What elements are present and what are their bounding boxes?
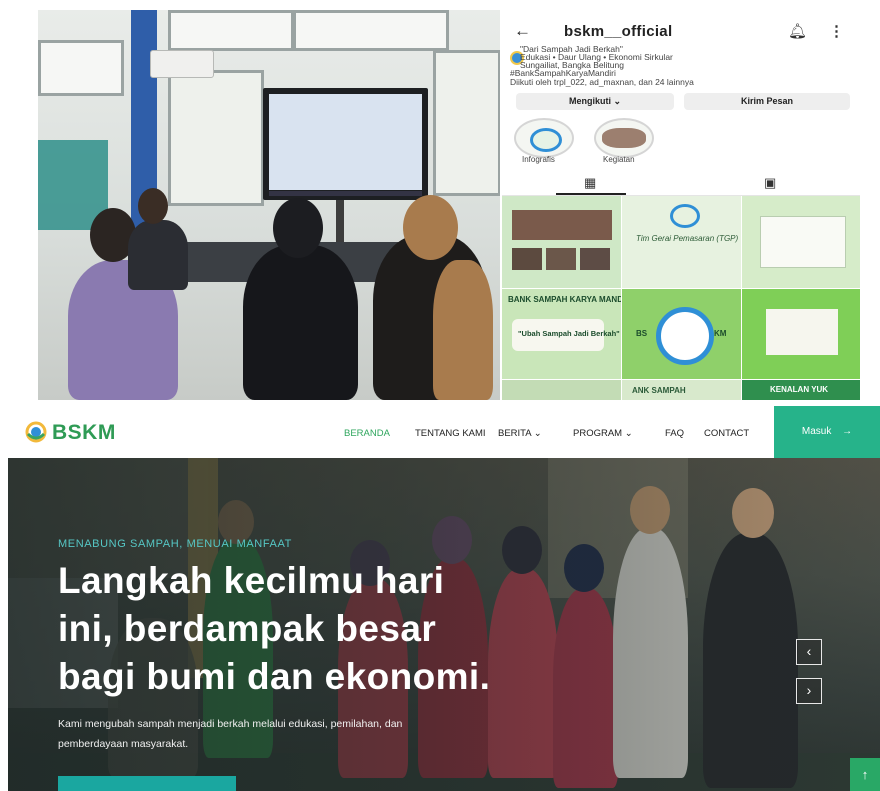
nav-program[interactable]: PROGRAM ⌄ — [573, 428, 633, 439]
chevron-left-icon: ‹ — [806, 643, 812, 659]
arrow-up-icon: ↑ — [861, 767, 869, 782]
nav-contact[interactable]: CONTACT — [704, 428, 749, 439]
login-button[interactable]: Masuk → — [774, 406, 880, 458]
post-tile[interactable]: KENALAN YUK — [742, 380, 860, 400]
back-to-top-button[interactable]: ↑ — [850, 758, 880, 791]
grid-icon[interactable]: ▦ — [584, 175, 596, 191]
following-label: Mengikuti — [568, 96, 611, 106]
post-tile[interactable] — [742, 289, 860, 379]
hero-banner: MENABUNG SAMPAH, MENUAI MANFAAT Langkah … — [8, 458, 880, 791]
chevron-right-icon: › — [806, 682, 812, 698]
tile-caption: "Ubah Sampah Jadi Berkah" — [518, 329, 620, 338]
website-screenshot: BSKM BERANDA TENTANG KAMI BERITA ⌄ PROGR… — [8, 406, 880, 791]
navbar: BSKM BERANDA TENTANG KAMI BERITA ⌄ PROGR… — [8, 406, 880, 458]
hero-title-line: bagi bumi dan ekonomi. — [58, 656, 491, 697]
tile-caption: Tim Gerai Pemasaran (TGP) — [636, 234, 739, 243]
nav-label: BERITA — [498, 428, 532, 439]
hero-title-line: ini, berdampak besar — [58, 608, 437, 649]
tile-caption: BANK SAMPAH KARYA MANDIRI — [508, 295, 621, 304]
send-message-button[interactable]: Kirim Pesan — [684, 93, 850, 110]
tile-caption: KM — [714, 329, 727, 338]
nav-label: PROGRAM — [573, 428, 623, 439]
arrow-right-icon: → — [842, 426, 853, 437]
highlight-infografis[interactable] — [514, 118, 574, 158]
following-button[interactable]: Mengikuti ⌄ — [516, 93, 674, 110]
tile-caption: KENALAN YUK — [770, 385, 829, 394]
hero-kicker: MENABUNG SAMPAH, MENUAI MANFAAT — [58, 538, 292, 550]
chevron-down-icon: ⌄ — [624, 428, 633, 439]
login-label: Masuk — [801, 426, 832, 437]
profile-tabs: ▦ ▣ — [502, 173, 860, 196]
post-tile[interactable] — [502, 196, 621, 288]
bskm-logo-icon — [25, 421, 47, 443]
highlight-kegiatan[interactable] — [594, 118, 654, 158]
carousel-next-button[interactable]: › — [796, 678, 822, 704]
nav-tentang-kami[interactable]: TENTANG KAMI — [415, 428, 486, 439]
hero-subtitle-line: pemberdayaan masyarakat. — [58, 738, 189, 750]
arrow-left-icon[interactable]: ← — [514, 21, 531, 41]
followed-by-text[interactable]: Diikuti oleh trpl_022, ad_maxnan, dan 24… — [510, 78, 694, 87]
classroom-photo — [38, 10, 500, 400]
chevron-down-icon: ⌄ — [533, 428, 542, 439]
post-tile[interactable]: ANK SAMPAH — [622, 380, 741, 400]
instagram-profile: ← bskm__official 🔔︎ ⋮ "Dari Sampah Jadi … — [502, 10, 860, 400]
post-tile[interactable] — [742, 196, 860, 288]
tagged-icon[interactable]: ▣ — [764, 175, 776, 191]
post-tile[interactable] — [502, 380, 621, 400]
chevron-down-icon: ⌄ — [613, 96, 622, 106]
highlight-label: Infografis — [522, 155, 555, 164]
hero-cta-button[interactable] — [58, 776, 236, 791]
hero-subtitle-line: Kami mengubah sampah menjadi berkah mela… — [58, 718, 403, 730]
bell-icon[interactable]: 🔔︎ — [788, 22, 807, 40]
hero-title-line: Langkah kecilmu hari — [58, 560, 445, 601]
tile-caption: ANK SAMPAH — [632, 386, 686, 395]
more-vertical-icon[interactable]: ⋮ — [829, 22, 844, 40]
highlight-label: Kegiatan — [603, 155, 635, 164]
instagram-username: bskm__official — [564, 23, 673, 40]
nav-faq[interactable]: FAQ — [665, 428, 684, 439]
post-tile[interactable]: BS KM — [622, 289, 741, 379]
post-tile[interactable]: Tim Gerai Pemasaran (TGP) — [622, 196, 741, 288]
tile-caption: BS — [636, 329, 648, 338]
brand-name[interactable]: BSKM — [52, 421, 116, 445]
carousel-prev-button[interactable]: ‹ — [796, 639, 822, 665]
nav-beranda[interactable]: BERANDA — [344, 428, 390, 439]
nav-berita[interactable]: BERITA ⌄ — [498, 428, 542, 439]
post-tile[interactable]: BANK SAMPAH KARYA MANDIRI "Ubah Sampah J… — [502, 289, 621, 379]
